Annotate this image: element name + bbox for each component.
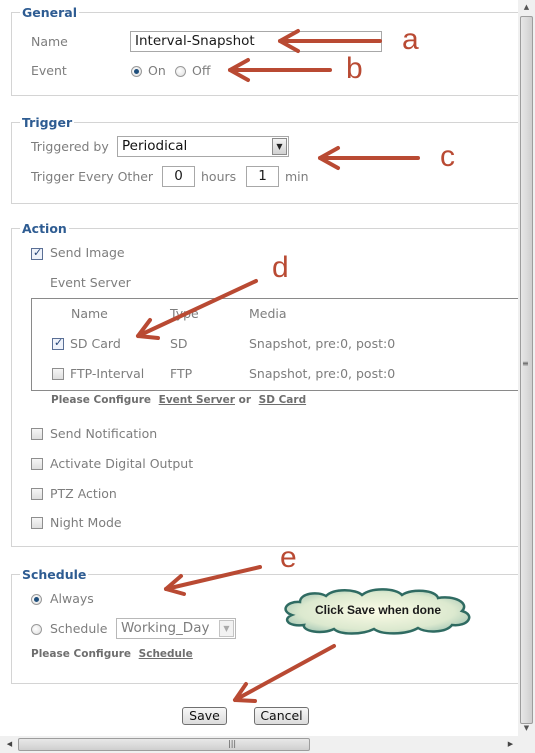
arrow-save-icon [233, 644, 336, 703]
annotation-label-d: d [272, 251, 289, 284]
page-viewport: General Name Interval-Snapshot Event On … [0, 0, 518, 736]
vertical-scroll-thumb[interactable] [520, 16, 533, 724]
arrow-c-icon [318, 146, 420, 170]
horizontal-scrollbar[interactable]: ◀ ||| ▶ [0, 736, 518, 753]
arrow-d-icon [136, 279, 258, 340]
callout-text: Click Save when done [314, 603, 442, 617]
horizontal-scroll-thumb[interactable] [18, 738, 310, 751]
annotation-label-c: c [440, 140, 455, 173]
annotation-label-b: b [346, 52, 363, 85]
grip-icon: ||| [228, 739, 237, 748]
scroll-down-arrow-icon[interactable]: ▼ [518, 721, 535, 736]
scroll-left-arrow-icon[interactable]: ◀ [2, 736, 17, 753]
annotation-label-a: a [402, 23, 419, 56]
vertical-scrollbar[interactable]: ▲ ≡ ▼ [518, 0, 535, 736]
arrow-b-icon [228, 58, 332, 82]
annotation-label-e: e [280, 541, 297, 574]
arrow-e-icon [164, 565, 262, 596]
scroll-right-arrow-icon[interactable]: ▶ [503, 736, 518, 753]
grip-icon: ≡ [522, 359, 529, 368]
scrollbar-corner [518, 736, 535, 753]
scroll-up-arrow-icon[interactable]: ▲ [518, 0, 535, 15]
arrow-a-icon [278, 29, 382, 53]
